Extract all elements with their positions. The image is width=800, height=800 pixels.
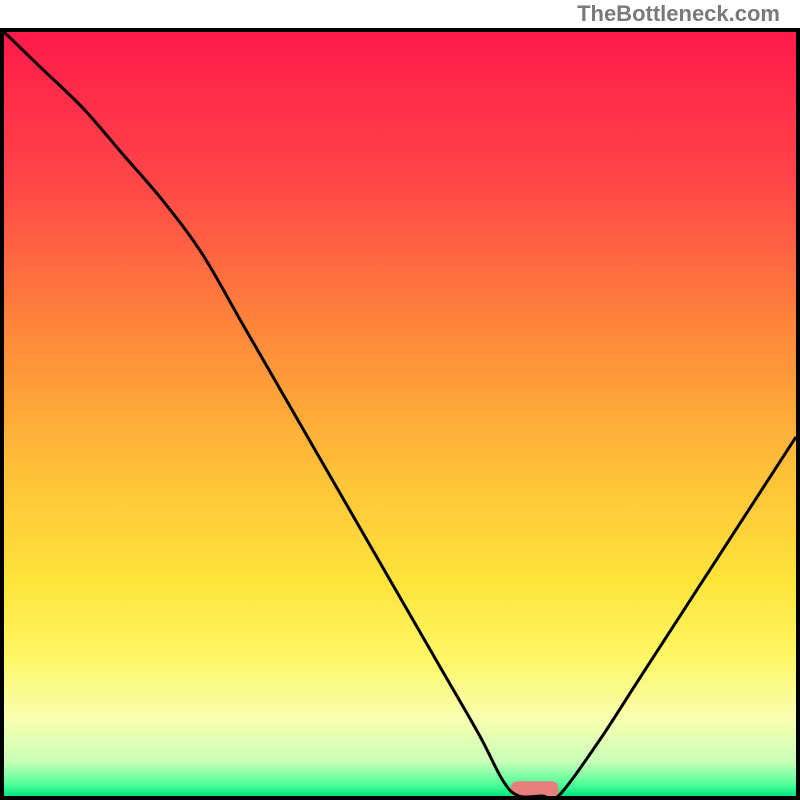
gradient-background [4,32,796,796]
watermark-text: TheBottleneck.com [0,0,800,28]
chart-svg [0,28,800,800]
bottleneck-chart [0,28,800,800]
